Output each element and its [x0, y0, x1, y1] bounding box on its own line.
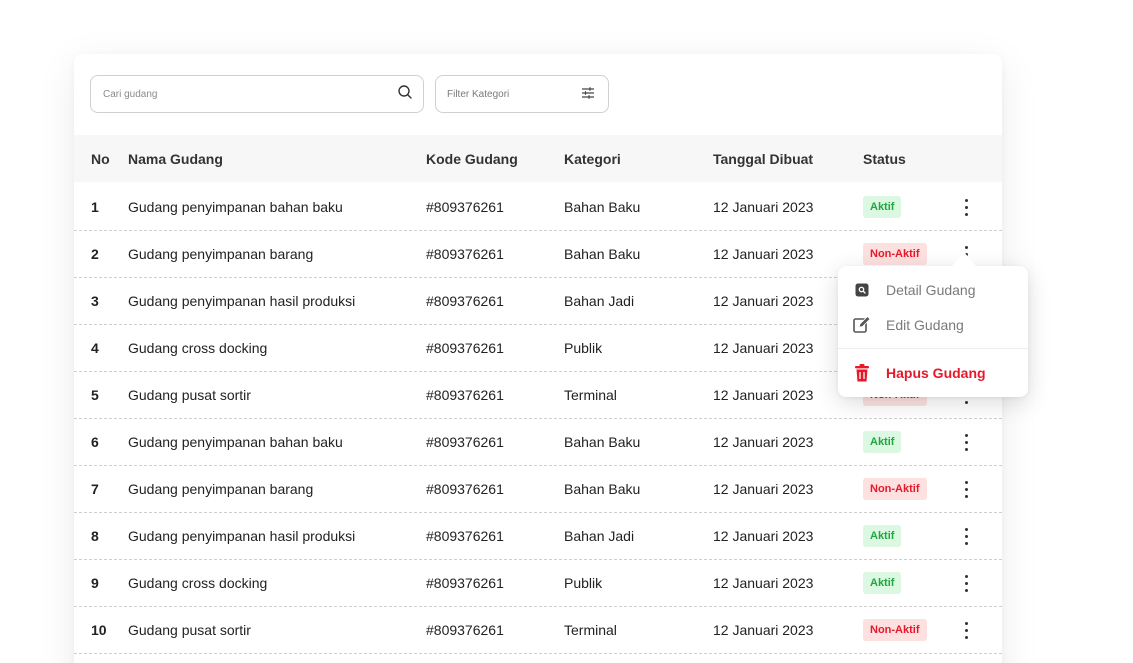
header-nama-gudang: Nama Gudang: [128, 150, 223, 167]
table-header: No Nama Gudang Kode Gudang Kategori Tang…: [74, 135, 1002, 182]
cell-tanggal-dibuat: 12 Januari 2023: [713, 246, 814, 262]
cell-kode-gudang: #809376261: [426, 434, 504, 450]
cell-tanggal-dibuat: 12 Januari 2023: [713, 199, 814, 215]
menu-label-detail: Detail Gudang: [886, 282, 976, 298]
cell-nama-gudang: Gudang penyimpanan hasil produksi: [128, 528, 356, 544]
cell-no: 10: [91, 622, 107, 638]
cell-tanggal-dibuat: 12 Januari 2023: [713, 387, 814, 403]
edit-icon: [852, 315, 872, 335]
cell-nama-gudang: Gudang pusat sortir: [128, 387, 251, 403]
menu-label-hapus: Hapus Gudang: [886, 365, 986, 381]
cell-tanggal-dibuat: 12 Januari 2023: [713, 575, 814, 591]
sliders-icon: [580, 85, 596, 104]
cell-no: 5: [91, 387, 99, 403]
cell-kategori: Terminal: [564, 622, 617, 638]
header-status: Status: [863, 150, 906, 167]
table-row[interactable]: 8 Gudang penyimpanan hasil produksi #80937…: [74, 513, 1002, 560]
cell-kode-gudang: #809376261: [426, 622, 504, 638]
cell-kategori: Publik: [564, 340, 603, 356]
table-row[interactable]: 6 Gudang penyimpanan bahan baku #809376261…: [74, 419, 1002, 466]
search-field[interactable]: [90, 75, 424, 113]
cell-no: 2: [91, 246, 99, 262]
table-row[interactable]: 10 Gudang pusat sortir #809376261 Terminal 1…: [74, 607, 1002, 654]
table-body: 1 Gudang penyimpanan bahan baku #809376261…: [74, 184, 1002, 654]
cell-no: 4: [91, 340, 99, 356]
cell-nama-gudang: Gudang cross docking: [128, 340, 268, 356]
status-badge: Aktif: [863, 431, 902, 453]
cell-tanggal-dibuat: 12 Januari 2023: [713, 528, 814, 544]
vertical-dots-icon[interactable]: [960, 196, 972, 218]
cell-no: 3: [91, 293, 99, 309]
cell-no: 1: [91, 199, 99, 215]
status-badge: Aktif: [863, 572, 902, 594]
cell-kategori: Bahan Baku: [564, 199, 641, 215]
cell-nama-gudang: Gudang penyimpanan bahan baku: [128, 199, 343, 215]
status-badge: Aktif: [863, 196, 902, 218]
cell-nama-gudang: Gudang pusat sortir: [128, 622, 251, 638]
cell-kode-gudang: #809376261: [426, 293, 504, 309]
cell-kategori: Terminal: [564, 387, 617, 403]
cell-nama-gudang: Gudang penyimpanan barang: [128, 246, 314, 262]
header-kode-gudang: Kode Gudang: [426, 150, 518, 167]
search-input[interactable]: [103, 88, 397, 100]
status-badge: Aktif: [863, 525, 902, 547]
vertical-dots-icon[interactable]: [960, 431, 972, 453]
vertical-dots-icon[interactable]: [960, 525, 972, 547]
cell-tanggal-dibuat: 12 Januari 2023: [713, 340, 814, 356]
cell-tanggal-dibuat: 12 Januari 2023: [713, 293, 814, 309]
header-kategori: Kategori: [564, 150, 621, 167]
cell-kode-gudang: #809376261: [426, 246, 504, 262]
status-badge: Non-Aktif: [863, 619, 927, 641]
cell-kategori: Bahan Jadi: [564, 528, 635, 544]
vertical-dots-icon[interactable]: [960, 478, 972, 500]
status-badge: Non-Aktif: [863, 243, 927, 265]
menu-item-hapus-gudang[interactable]: Hapus Gudang: [852, 363, 986, 383]
cell-kode-gudang: #809376261: [426, 340, 504, 356]
cell-no: 7: [91, 481, 99, 497]
cell-no: 6: [91, 434, 99, 450]
cell-kode-gudang: #809376261: [426, 575, 504, 591]
cell-no: 9: [91, 575, 99, 591]
cell-tanggal-dibuat: 12 Januari 2023: [713, 434, 814, 450]
cell-kode-gudang: #809376261: [426, 387, 504, 403]
cell-kode-gudang: #809376261: [426, 528, 504, 544]
table-row[interactable]: 9 Gudang cross docking #809376261 Publik 12 …: [74, 560, 1002, 607]
cell-tanggal-dibuat: 12 Januari 2023: [713, 481, 814, 497]
table-row[interactable]: 7 Gudang penyimpanan barang #809376261 Baha…: [74, 466, 1002, 513]
table-row[interactable]: 1 Gudang penyimpanan bahan baku #809376261…: [74, 184, 1002, 231]
cell-kategori: Bahan Baku: [564, 481, 641, 497]
row-action-menu: Detail Gudang Edit Gudang Hapus Gudang: [838, 252, 1028, 397]
cell-kategori: Publik: [564, 575, 603, 591]
cell-nama-gudang: Gudang cross docking: [128, 575, 268, 591]
cell-nama-gudang: Gudang penyimpanan barang: [128, 481, 314, 497]
menu-divider: [838, 348, 1028, 349]
cell-kode-gudang: #809376261: [426, 199, 504, 215]
menu-item-detail-gudang[interactable]: Detail Gudang: [852, 280, 976, 300]
cell-kode-gudang: #809376261: [426, 481, 504, 497]
cell-no: 8: [91, 528, 99, 544]
category-filter-label: Filter Kategori: [447, 88, 510, 100]
category-filter[interactable]: Filter Kategori: [435, 75, 609, 113]
vertical-dots-icon[interactable]: [960, 572, 972, 594]
header-no: No: [91, 150, 110, 167]
vertical-dots-icon[interactable]: [960, 619, 972, 641]
menu-label-edit: Edit Gudang: [886, 317, 964, 333]
cell-kategori: Bahan Jadi: [564, 293, 635, 309]
cell-tanggal-dibuat: 12 Januari 2023: [713, 622, 814, 638]
cell-kategori: Bahan Baku: [564, 434, 641, 450]
cell-nama-gudang: Gudang penyimpanan hasil produksi: [128, 293, 356, 309]
search-icon[interactable]: [397, 84, 413, 105]
header-tanggal-dibuat: Tanggal Dibuat: [713, 150, 814, 167]
menu-item-edit-gudang[interactable]: Edit Gudang: [852, 315, 964, 335]
status-badge: Non-Aktif: [863, 478, 927, 500]
document-search-icon: [852, 280, 872, 300]
trash-icon: [852, 363, 872, 383]
cell-kategori: Bahan Baku: [564, 246, 641, 262]
cell-nama-gudang: Gudang penyimpanan bahan baku: [128, 434, 343, 450]
